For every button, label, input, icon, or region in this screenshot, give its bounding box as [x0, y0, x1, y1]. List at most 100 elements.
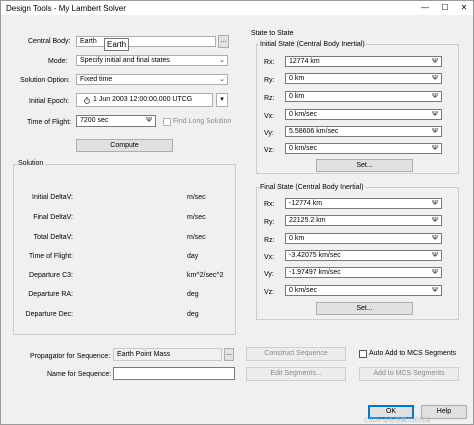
initial-epoch-label: Initial Epoch: [29, 98, 70, 105]
window-title: Design Tools - My Lambert Solver [6, 4, 126, 13]
caret-down-icon: ▾ [220, 96, 224, 103]
final-rz-field[interactable]: 0 km Ψ [285, 233, 442, 244]
unit-selector-icon[interactable]: Ψ [432, 110, 438, 119]
solution-label: Departure RA: [28, 291, 73, 298]
solution-unit: day [187, 253, 199, 260]
lambert-solver-window: Design Tools - My Lambert Solver — ☐ ✕ C… [0, 0, 474, 425]
field-value: 0 km [289, 93, 305, 100]
central-body-label: Central Body: [28, 38, 71, 45]
unit-selector-icon[interactable]: Ψ [432, 199, 438, 208]
final-vy-field[interactable]: -1.97497 km/sec Ψ [285, 267, 442, 278]
central-body-tooltip: Earth [104, 38, 130, 51]
find-long-solution-label: Find Long Solution [173, 118, 232, 125]
time-of-flight-value: 7200 sec [80, 117, 109, 124]
unit-selector-icon[interactable]: Ψ [432, 234, 438, 243]
state-row-label: Vz: [264, 147, 275, 154]
state-row-label: Vz: [264, 289, 275, 296]
unit-selector-icon[interactable]: Ψ [432, 144, 438, 153]
final-ry-field[interactable]: 22125.2 km Ψ [285, 215, 442, 226]
close-icon[interactable]: ✕ [457, 2, 471, 13]
time-of-flight-field[interactable]: 7200 sec Ψ [76, 115, 156, 127]
chevron-down-icon: ⌄ [219, 57, 225, 64]
final-vx-field[interactable]: -3.42075 km/sec Ψ [285, 250, 442, 261]
field-value: 0 km/sec [289, 111, 318, 118]
unit-selector-icon[interactable]: Ψ [432, 57, 438, 66]
unit-selector-icon[interactable]: Ψ [432, 251, 438, 260]
mode-value: Specify initial and final states [80, 57, 170, 64]
state-row-label: Ry: [264, 77, 275, 84]
unit-selector-icon[interactable]: Ψ [432, 286, 438, 295]
auto-add-checkbox[interactable] [359, 350, 367, 358]
solution-group [13, 164, 236, 335]
clock-icon [84, 97, 90, 104]
field-value: 22125.2 km [289, 217, 326, 224]
chevron-down-icon: ⌄ [219, 76, 225, 83]
field-value: 0 km/sec [289, 145, 318, 152]
final-rx-field[interactable]: -12774 km Ψ [285, 198, 442, 209]
sequence-name-label: Name for Sequence: [47, 371, 112, 378]
field-value: 0 km [289, 75, 305, 82]
state-row-label: Vx: [264, 113, 275, 120]
sequence-name-input[interactable] [113, 367, 235, 380]
mode-label: Mode: [48, 58, 68, 65]
solution-option-label: Solution Option: [20, 77, 70, 84]
solution-label: Total DeltaV: [33, 234, 73, 241]
unit-selector-icon[interactable]: Ψ [432, 74, 438, 83]
state-row-label: Rx: [264, 59, 275, 66]
initial-rz-field[interactable]: 0 km Ψ [285, 91, 442, 102]
epoch-dropdown-button[interactable]: ▾ [216, 93, 228, 107]
solution-unit: m/sec [187, 214, 206, 221]
field-value: 12774 km [289, 58, 320, 65]
field-value: 5.58606 km/sec [289, 128, 339, 135]
maximize-icon[interactable]: ☐ [438, 2, 452, 13]
state-row-label: Vy: [264, 130, 274, 137]
initial-rx-field[interactable]: 12774 km Ψ [285, 56, 442, 67]
propagator-field[interactable]: Earth Point Mass [113, 348, 222, 361]
construct-sequence-button[interactable]: Construct Sequence [246, 347, 346, 361]
unit-selector-icon[interactable]: Ψ [432, 127, 438, 136]
solution-label: Final DeltaV: [33, 214, 73, 221]
minimize-icon[interactable]: — [418, 2, 432, 13]
final-vz-field[interactable]: 0 km/sec Ψ [285, 285, 442, 296]
propagator-browse-button[interactable]: ... [224, 348, 234, 361]
add-to-mcs-button[interactable]: Add to MCS Segments [359, 367, 459, 381]
compute-button[interactable]: Compute [76, 139, 173, 152]
initial-vy-field[interactable]: 5.58606 km/sec Ψ [285, 126, 442, 137]
solution-unit: m/sec [187, 234, 206, 241]
solution-unit: km^2/sec^2 [187, 272, 224, 279]
initial-vx-field[interactable]: 0 km/sec Ψ [285, 109, 442, 120]
state-row-label: Rz: [264, 95, 275, 102]
unit-selector-icon[interactable]: Ψ [432, 268, 438, 277]
initial-ry-field[interactable]: 0 km Ψ [285, 73, 442, 84]
find-long-solution-checkbox[interactable] [163, 118, 171, 126]
field-value: -12774 km [289, 200, 323, 207]
central-body-field[interactable]: Earth [76, 36, 216, 47]
initial-vz-field[interactable]: 0 km/sec Ψ [285, 143, 442, 154]
time-of-flight-label: Time of Flight: [27, 119, 72, 126]
field-value: -3.42075 km/sec [289, 252, 341, 259]
initial-epoch-field[interactable]: 1 Jun 2003 12:00:00.000 UTCG [76, 93, 213, 107]
state-row-label: Rz: [264, 237, 275, 244]
final-state-title: Final State (Central Body Inertial) [259, 184, 365, 191]
unit-selector-icon[interactable]: Ψ [146, 116, 152, 126]
solution-group-title: Solution [17, 160, 45, 167]
edit-segments-button[interactable]: Edit Segments... [246, 367, 346, 381]
solution-option-value: Fixed time [80, 76, 113, 83]
central-body-browse-button[interactable]: ... [218, 35, 229, 48]
field-value: -1.97497 km/sec [289, 269, 341, 276]
central-body-value: Earth [80, 38, 97, 45]
field-value: 0 km [289, 235, 305, 242]
solution-label: Departure Dec: [25, 311, 73, 318]
mode-dropdown[interactable]: Specify initial and final states ⌄ [76, 55, 228, 66]
state-to-state-title: State to State [251, 30, 294, 37]
propagator-value: Earth Point Mass [117, 351, 171, 358]
unit-selector-icon[interactable]: Ψ [432, 92, 438, 101]
initial-set-button[interactable]: Set... [316, 159, 413, 172]
solution-option-dropdown[interactable]: Fixed time ⌄ [76, 74, 228, 85]
final-set-button[interactable]: Set... [316, 302, 413, 315]
propagator-label: Propagator for Sequence: [30, 353, 111, 360]
field-value: 0 km/sec [289, 287, 318, 294]
state-row-label: Ry: [264, 219, 275, 226]
unit-selector-icon[interactable]: Ψ [432, 216, 438, 225]
solution-label: Time of Flight: [28, 253, 73, 260]
